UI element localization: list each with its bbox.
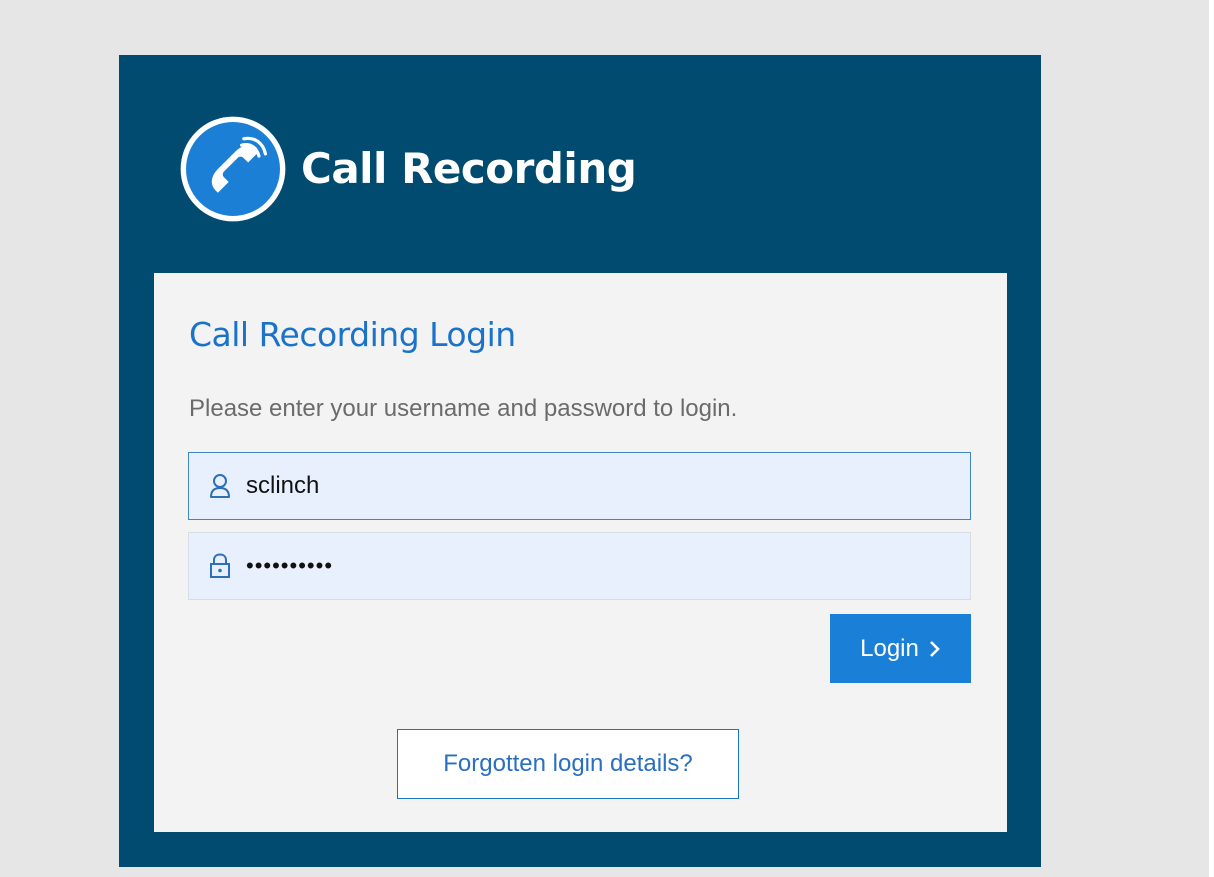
username-field[interactable] [188, 452, 971, 520]
login-panel: Call Recording Call Recording Login Plea… [119, 55, 1041, 867]
login-button[interactable]: Login [830, 614, 971, 683]
phone-handset-icon [180, 116, 286, 222]
lock-icon [210, 553, 230, 578]
chevron-right-icon [929, 640, 940, 657]
brand-name: Call Recording [301, 144, 637, 193]
username-input[interactable] [246, 466, 960, 506]
window-edge [1209, 0, 1214, 877]
login-card: Call Recording Login Please enter your u… [154, 273, 1007, 832]
login-subtitle: Please enter your username and password … [189, 395, 738, 422]
page: Call Recording Call Recording Login Plea… [0, 0, 1214, 877]
forgot-login-button[interactable]: Forgotten login details? [397, 729, 739, 799]
login-button-label: Login [860, 634, 919, 662]
password-input[interactable]: •••••••••• [246, 546, 960, 586]
login-title: Call Recording Login [189, 315, 516, 354]
user-icon [210, 474, 230, 498]
password-field[interactable]: •••••••••• [188, 532, 971, 600]
forgot-login-label: Forgotten login details? [443, 750, 693, 777]
brand-header: Call Recording [179, 112, 637, 226]
